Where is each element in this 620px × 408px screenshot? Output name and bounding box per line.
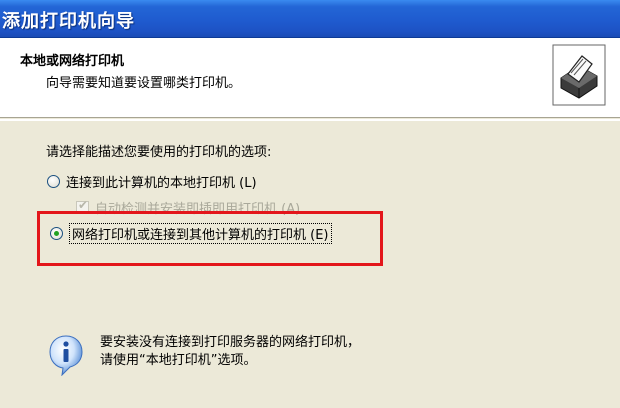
printer-icon	[552, 44, 606, 106]
window-title: 添加打印机向导	[2, 11, 135, 32]
check-icon: ✔	[78, 198, 89, 212]
info-message: 要安装没有连接到打印服务器的网络打印机， 请使用“本地打印机”选项。	[100, 334, 360, 370]
info-icon	[49, 335, 83, 376]
header-title: 本地或网络打印机	[20, 54, 125, 69]
header-divider	[0, 119, 620, 121]
info-line-1: 要安装没有连接到打印服务器的网络打印机，	[100, 335, 361, 350]
window-titlebar[interactable]: 添加打印机向导	[0, 0, 620, 38]
info-line-2: 请使用“本地打印机”选项。	[100, 353, 257, 368]
option-prompt: 请选择能描述您要使用的打印机的选项:	[46, 145, 272, 160]
wizard-header: 本地或网络打印机 向导需要知道要设置哪类打印机。	[0, 38, 620, 118]
local-printer-label[interactable]: 连接到此计算机的本地打印机 (L)	[66, 172, 257, 191]
local-printer-option[interactable]: 连接到此计算机的本地打印机 (L)	[47, 172, 257, 191]
local-printer-radio[interactable]	[47, 175, 60, 188]
header-subtitle: 向导需要知道要设置哪类打印机。	[46, 76, 242, 91]
annotation-highlight-box	[37, 211, 383, 266]
